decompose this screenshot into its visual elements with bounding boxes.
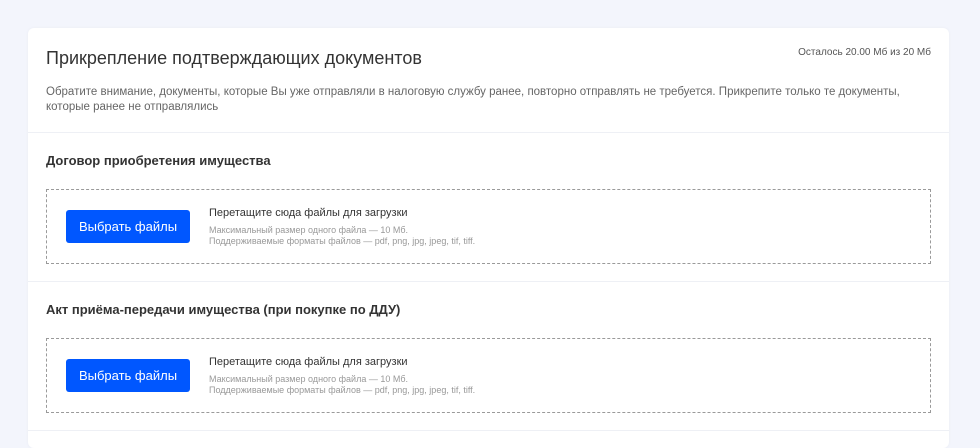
file-dropzone[interactable]: Выбрать файлы Перетащите сюда файлы для … — [46, 189, 931, 264]
formats-hint: Поддерживаемые форматы файлов — pdf, png… — [209, 384, 476, 395]
section-title: Договор приобретения имущества — [46, 153, 271, 168]
file-dropzone[interactable]: Выбрать файлы Перетащите сюда файлы для … — [46, 338, 931, 413]
section-title: Акт приёма-передачи имущества (при покуп… — [46, 302, 401, 317]
section-transfer-act: Акт приёма-передачи имущества (при покуп… — [28, 282, 949, 431]
max-size-hint: Максимальный размер одного файла — 10 Мб… — [209, 224, 408, 235]
choose-files-button[interactable]: Выбрать файлы — [66, 210, 190, 243]
storage-remaining: Осталось 20.00 Мб из 20 Мб — [798, 47, 931, 58]
drop-hint: Перетащите сюда файлы для загрузки — [209, 206, 408, 219]
drop-hint: Перетащите сюда файлы для загрузки — [209, 355, 408, 368]
choose-files-button[interactable]: Выбрать файлы — [66, 359, 190, 392]
formats-hint: Поддерживаемые форматы файлов — pdf, png… — [209, 235, 476, 246]
description: Обратите внимание, документы, которые Вы… — [46, 86, 900, 113]
max-size-hint: Максимальный размер одного файла — 10 Мб… — [209, 373, 408, 384]
section-purchase-contract: Договор приобретения имущества Выбрать ф… — [28, 133, 949, 282]
documents-card: Прикрепление подтверждающих документов О… — [28, 28, 949, 448]
card-header: Прикрепление подтверждающих документов О… — [28, 28, 949, 133]
